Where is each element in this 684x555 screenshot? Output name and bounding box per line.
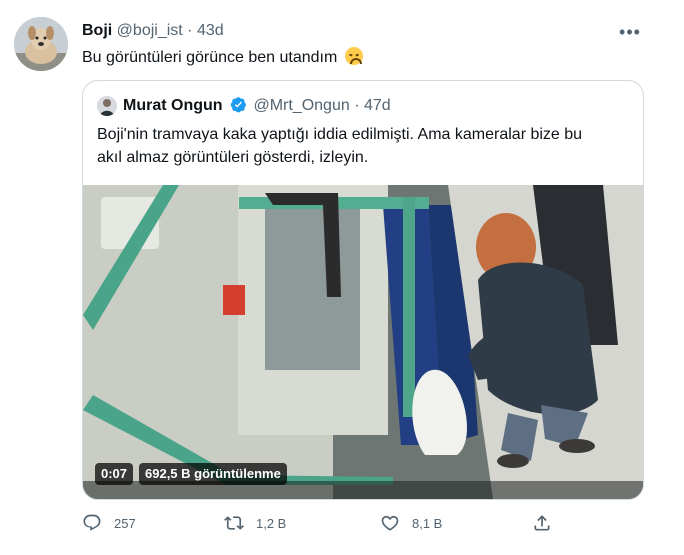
tweet-text: Bu görüntüleri görünce ben utandım (82, 47, 363, 68)
header-separator: · (187, 22, 193, 39)
video-duration-badge: 0:07 (95, 463, 134, 485)
video-view-count-badge: 692,5 B görüntülenme (139, 463, 287, 485)
quoted-tweet-card[interactable]: Murat Ongun @Mrt_Ongun · 47d Boji'nin tr… (82, 80, 644, 500)
retweet-count: 1,2 B (256, 515, 287, 531)
retweet-icon (224, 516, 244, 530)
quoted-author-handle[interactable]: @Mrt_Ongun (253, 97, 349, 114)
quoted-text-line-2: akıl almaz görüntüleri gösterdi, izleyin… (97, 149, 369, 166)
tweet-actions-bar: 257 1,2 B 8,1 B (82, 508, 642, 538)
confounded-face-emoji-icon (344, 47, 363, 65)
tram-cctv-video-frame (83, 185, 643, 499)
quoted-header-separator: · (354, 97, 360, 114)
tweet-timestamp[interactable]: 43d (197, 22, 224, 39)
quoted-author-name[interactable]: Murat Ongun (123, 97, 223, 114)
quoted-tweet-timestamp[interactable]: 47d (364, 97, 391, 114)
quoted-tweet-text: Boji'nin tramvaya kaka yaptığı iddia edi… (97, 123, 617, 169)
author-handle[interactable]: @boji_ist (117, 22, 183, 39)
reply-count: 257 (114, 515, 136, 531)
heart-icon (381, 515, 399, 531)
more-horizontal-icon: ••• (619, 21, 641, 42)
like-button[interactable]: 8,1 B (380, 508, 442, 538)
like-count: 8,1 B (412, 515, 443, 531)
dog-avatar-image (14, 17, 68, 71)
tweet-header: Boji @boji_ist · 43d (82, 21, 224, 41)
quoted-text-line-1: Boji'nin tramvaya kaka yaptığı iddia edi… (97, 126, 583, 143)
quoted-author-avatar[interactable] (97, 96, 117, 116)
tweet-body: Bu görüntüleri görünce ben utandım (82, 49, 338, 66)
person-avatar-image (97, 96, 117, 116)
author-display-name[interactable]: Boji (82, 22, 112, 39)
reply-icon (83, 514, 101, 531)
retweet-button[interactable]: 1,2 B (224, 508, 286, 538)
reply-button[interactable]: 257 (82, 508, 136, 538)
more-options-button[interactable]: ••• (612, 20, 648, 44)
video-player[interactable]: 0:07 692,5 B görüntülenme (83, 185, 643, 499)
author-avatar[interactable] (14, 17, 68, 71)
verified-badge-icon (230, 97, 246, 113)
share-icon[interactable] (532, 513, 552, 533)
quoted-tweet-header: Murat Ongun @Mrt_Ongun · 47d (123, 96, 391, 116)
